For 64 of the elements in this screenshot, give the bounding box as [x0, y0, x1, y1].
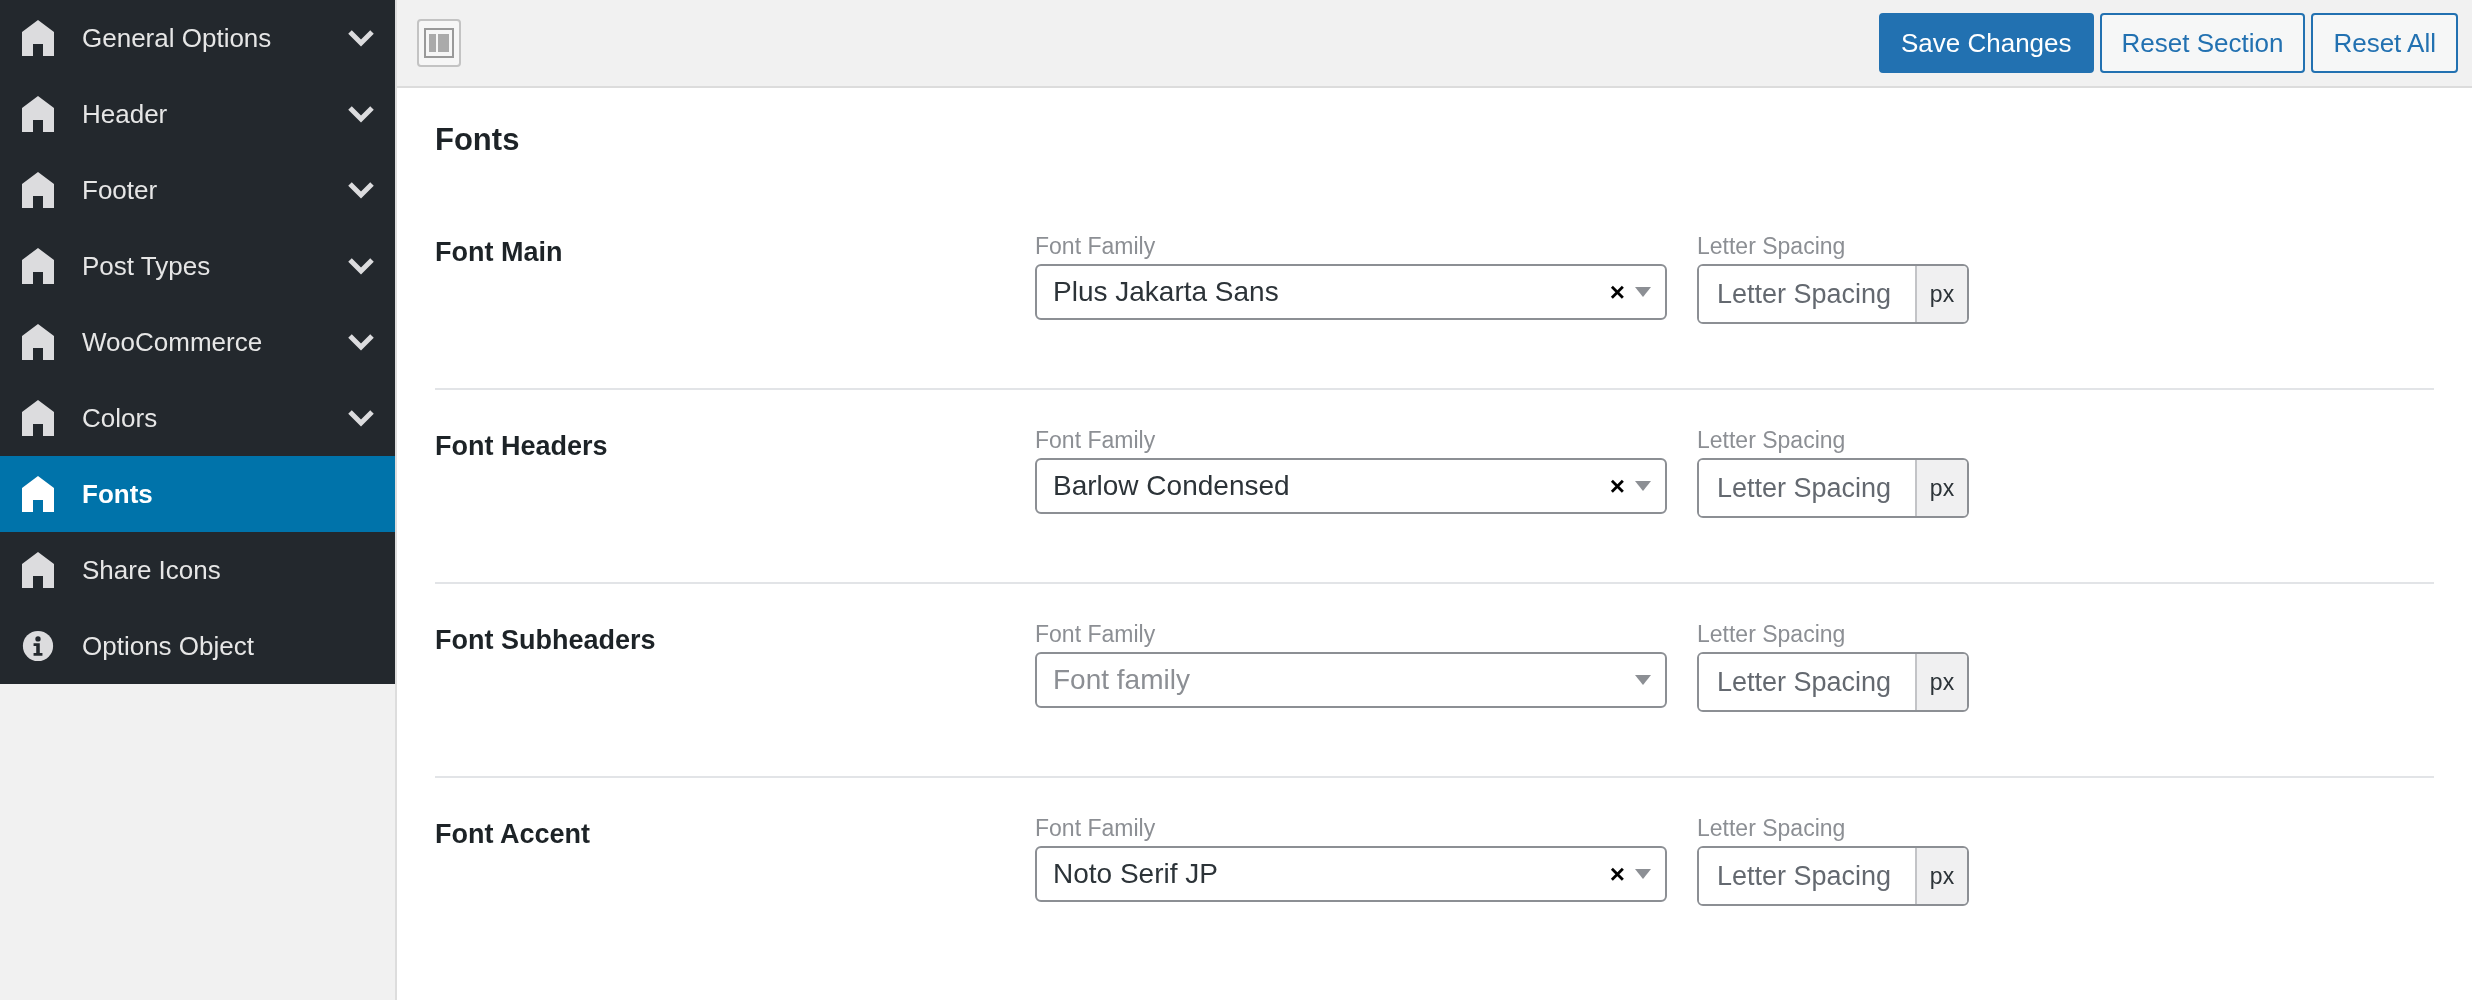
- sidebar-item[interactable]: Header: [0, 76, 395, 152]
- letter-spacing-field[interactable]: Letter Spacing px: [1697, 458, 1969, 518]
- sidebar-item[interactable]: Footer: [0, 152, 395, 228]
- chevron-down-icon[interactable]: [347, 105, 375, 123]
- sidebar-item[interactable]: WooCommerce: [0, 304, 395, 380]
- home-icon: [22, 96, 54, 132]
- reset-button[interactable]: Reset Section: [2099, 13, 2306, 73]
- home-icon: [22, 324, 54, 360]
- sidebar-label: Colors: [82, 402, 159, 434]
- home-icon: [22, 248, 54, 284]
- chevron-down-icon[interactable]: [347, 29, 375, 47]
- sidebar-label: Header: [82, 98, 169, 130]
- dropdown-arrow-icon: [1635, 869, 1651, 879]
- chevron-down-icon[interactable]: [347, 333, 375, 351]
- chevron-down-icon[interactable]: [347, 257, 375, 275]
- sidebar-item[interactable]: Colors: [0, 380, 395, 456]
- setting-label: Font Accent: [435, 819, 590, 849]
- home-icon: [22, 20, 54, 56]
- section-title: Fonts: [435, 122, 521, 158]
- clear-icon[interactable]: ×: [1609, 470, 1625, 502]
- layout-toggle-button[interactable]: [417, 19, 461, 67]
- field-label: Letter Spacing: [1697, 233, 1847, 260]
- field-label: Font Family: [1035, 233, 1157, 260]
- field-label: Letter Spacing: [1697, 427, 1847, 454]
- sidebar-label: Footer: [82, 174, 159, 206]
- sidebar-item[interactable]: Fonts: [0, 456, 395, 532]
- home-icon: [22, 476, 54, 512]
- sidebar-item[interactable]: General Options: [0, 0, 395, 76]
- sidebar-label: WooCommerce: [82, 326, 264, 358]
- font-family-select[interactable]: Noto Serif JP ×: [1035, 846, 1667, 902]
- sidebar-label: Post Types: [82, 250, 212, 282]
- font-family-select[interactable]: Barlow Condensed ×: [1035, 458, 1667, 514]
- dropdown-arrow-icon: [1635, 287, 1651, 297]
- save-button[interactable]: Save Changes: [1878, 13, 2094, 73]
- sidebar-item[interactable]: Share Icons: [0, 532, 395, 608]
- chevron-down-icon[interactable]: [347, 181, 375, 199]
- letter-spacing-field[interactable]: Letter Spacing px: [1697, 846, 1969, 906]
- home-icon: [22, 172, 54, 208]
- sidebar-label: General Options: [82, 22, 273, 54]
- dropdown-arrow-icon: [1635, 481, 1651, 491]
- info-icon: [22, 628, 54, 664]
- sidebar-label: Fonts: [82, 478, 154, 510]
- letter-spacing-field[interactable]: Letter Spacing px: [1697, 652, 1969, 712]
- field-label: Letter Spacing: [1697, 815, 1847, 842]
- field-label: Font Family: [1035, 815, 1157, 842]
- setting-label: Font Subheaders: [435, 625, 656, 655]
- field-label: Letter Spacing: [1697, 621, 1847, 648]
- setting-label: Font Headers: [435, 431, 608, 461]
- sidebar-label: Share Icons: [82, 554, 222, 586]
- field-label: Font Family: [1035, 427, 1157, 454]
- dropdown-arrow-icon: [1635, 675, 1651, 685]
- sidebar-label: Options Object: [82, 630, 255, 662]
- reset-button[interactable]: Reset All: [2311, 13, 2458, 73]
- chevron-down-icon[interactable]: [347, 409, 375, 427]
- sidebar-item[interactable]: Post Types: [0, 228, 395, 304]
- letter-spacing-field[interactable]: Letter Spacing px: [1697, 264, 1969, 324]
- clear-icon[interactable]: ×: [1609, 276, 1625, 308]
- setting-label: Font Main: [435, 237, 563, 267]
- font-family-select[interactable]: Plus Jakarta Sans ×: [1035, 264, 1667, 320]
- field-label: Font Family: [1035, 621, 1157, 648]
- home-icon: [22, 400, 54, 436]
- sidebar-item[interactable]: Options Object: [0, 608, 395, 684]
- home-icon: [22, 552, 54, 588]
- clear-icon[interactable]: ×: [1609, 858, 1625, 890]
